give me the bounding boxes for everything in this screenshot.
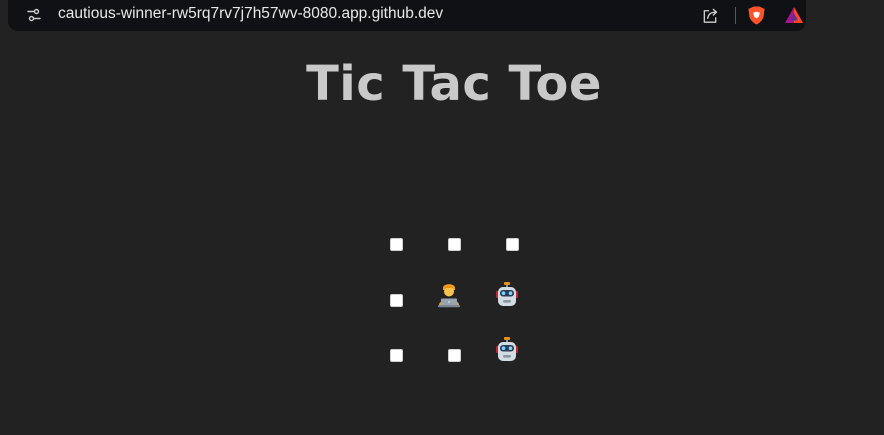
browser-address-bar: cautious-winner-rw5rq7rv7j7h57wv-8080.ap… [8,0,806,31]
site-info-icon[interactable] [26,7,42,23]
share-icon[interactable] [701,6,720,25]
robot-icon [496,282,518,306]
page-title: Tic Tac Toe [306,56,602,112]
cell-checkbox[interactable] [390,349,403,362]
technologist-icon [438,284,460,308]
cell-checkbox[interactable] [390,294,403,307]
cell-checkbox[interactable] [448,349,461,362]
cell-checkbox[interactable] [448,238,461,251]
robot-icon [496,337,518,361]
cell-checkbox[interactable] [390,238,403,251]
toolbar-divider [735,7,736,24]
brave-shields-icon[interactable] [747,5,766,26]
brave-rewards-icon[interactable] [784,6,804,24]
cell-checkbox[interactable] [506,238,519,251]
url-text[interactable]: cautious-winner-rw5rq7rv7j7h57wv-8080.ap… [58,5,443,23]
